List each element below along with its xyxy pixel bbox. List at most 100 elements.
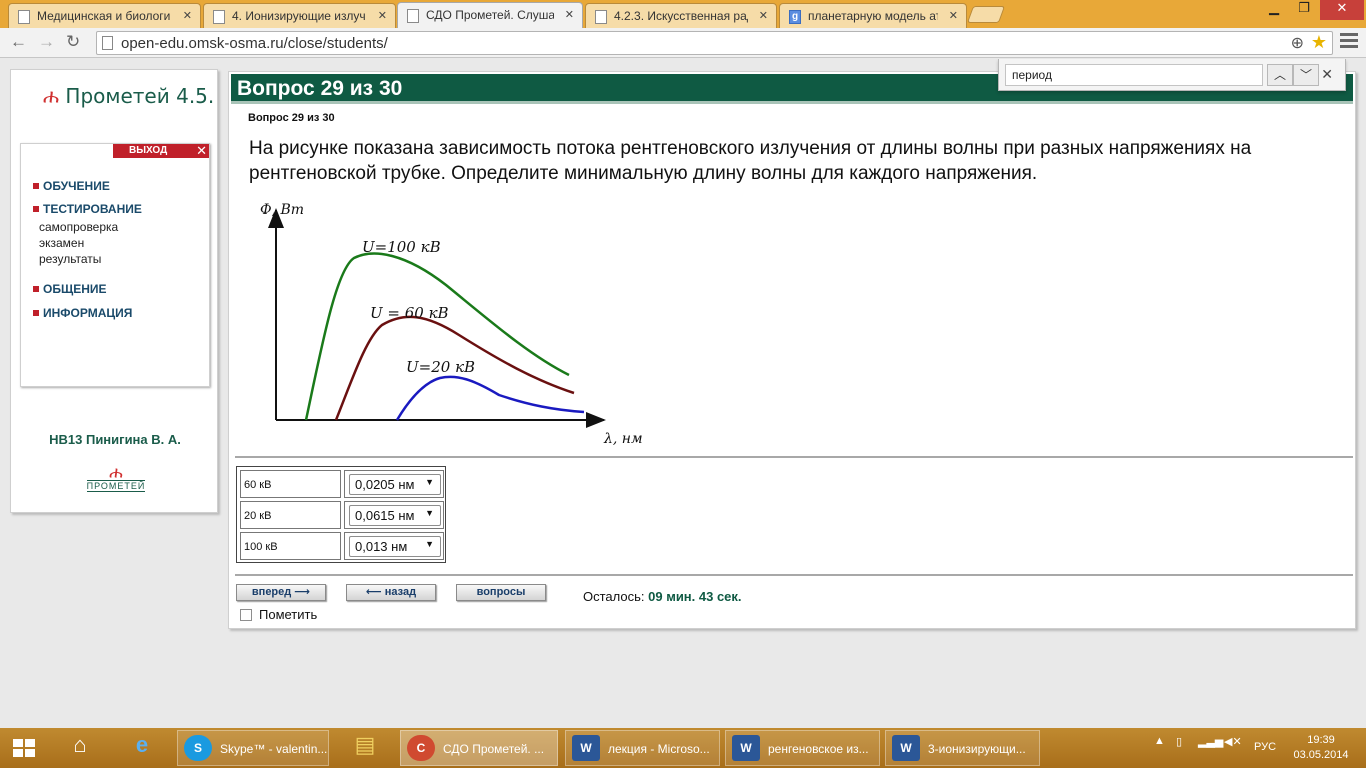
bookmark-star-icon[interactable]: ★ xyxy=(1311,32,1327,53)
sidebar-item-testing[interactable]: ТЕСТИРОВАНИЕ xyxy=(33,202,142,216)
timer-value: 09 мин. 43 сек. xyxy=(648,589,742,604)
reload-icon[interactable]: ↻ xyxy=(66,32,80,52)
taskbar-item-word-3[interactable]: W 3-ионизирующи... xyxy=(885,730,1040,766)
sidebar: ሐ Прометей 4.5. ВЫХОД ✕ ОБУЧЕНИЕ ТЕСТИРОВ… xyxy=(10,69,218,513)
divider xyxy=(235,456,1353,458)
windows-start-icon[interactable] xyxy=(13,739,37,759)
bullet-icon xyxy=(33,310,39,316)
dropdown-arrow-icon: ▼ xyxy=(425,539,434,549)
taskbar-item-word-2[interactable]: W ренгеновское из... xyxy=(725,730,880,766)
dropdown-arrow-icon: ▼ xyxy=(425,508,434,518)
sidebar-subitem-exam[interactable]: экзамен xyxy=(39,236,84,250)
zoom-icon[interactable]: ⊕ xyxy=(1291,33,1304,53)
volume-muted-icon[interactable]: ◀✕ xyxy=(1224,735,1242,748)
browser-tab-5[interactable]: g планетарную модель ато ✕ xyxy=(779,3,967,28)
chrome-icon: C xyxy=(407,735,435,761)
home-explorer-icon[interactable]: ⌂ xyxy=(58,732,102,764)
tab-label: Медицинская и биологи xyxy=(37,9,171,23)
tab-label: планетарную модель ато xyxy=(808,9,938,23)
sidebar-item-communication[interactable]: ОБЩЕНИЕ xyxy=(33,282,107,296)
tab-close-icon[interactable]: ✕ xyxy=(949,9,958,22)
find-previous-icon[interactable]: ︿ xyxy=(1267,64,1293,86)
tab-close-icon[interactable]: ✕ xyxy=(378,9,387,22)
questions-button[interactable]: вопросы xyxy=(456,584,546,601)
y-axis-label: Ф, Вт xyxy=(260,202,304,218)
window-close-icon[interactable]: ✕ xyxy=(1320,0,1364,20)
sidebar-subitem-results[interactable]: результаты xyxy=(39,252,101,266)
page-icon xyxy=(213,10,225,24)
forward-arrow-icon[interactable]: → xyxy=(38,32,55,52)
answer-select-value: 0,013 нм xyxy=(355,539,408,554)
back-button[interactable]: ⟵ назад xyxy=(346,584,436,601)
divider xyxy=(235,574,1353,576)
answer-label-3: 100 кВ xyxy=(240,532,341,560)
taskbar-item-word-1[interactable]: W лекция - Microso... xyxy=(565,730,720,766)
language-indicator[interactable]: РУС xyxy=(1254,741,1276,753)
new-tab-button[interactable] xyxy=(966,6,1006,23)
skype-icon: S xyxy=(184,735,212,761)
find-next-icon[interactable]: ﹀ xyxy=(1293,64,1319,86)
taskbar-item-label: лекция - Microso... xyxy=(608,742,710,756)
tray-device-icon[interactable]: ▯ xyxy=(1176,735,1182,748)
google-icon: g xyxy=(789,10,801,24)
x-axis-label: λ, нм xyxy=(603,431,643,447)
bullet-icon xyxy=(33,206,39,212)
clock-date: 03.05.2014 xyxy=(1293,749,1349,761)
forward-button[interactable]: вперед ⟶ xyxy=(236,584,326,601)
tab-close-icon[interactable]: ✕ xyxy=(565,8,574,21)
system-clock[interactable]: 19:39 03.05.2014 xyxy=(1286,733,1356,763)
mark-question[interactable]: Пометить xyxy=(240,607,317,622)
browser-tab-1[interactable]: Медицинская и биологи ✕ xyxy=(8,3,201,28)
logo-text: Прометей 4.5. xyxy=(65,84,215,108)
mark-checkbox[interactable] xyxy=(240,609,252,621)
find-input[interactable]: период xyxy=(1005,64,1263,86)
timer-label: Осталось: xyxy=(583,589,645,604)
page-content: ሐ Прометей 4.5. ВЫХОД ✕ ОБУЧЕНИЕ ТЕСТИРОВ… xyxy=(0,59,1366,728)
prometheus-logo[interactable]: ሐ Прометей 4.5. xyxy=(43,84,214,108)
curve-label-60kv: U = 60 кВ xyxy=(370,304,449,322)
browser-tab-3-active[interactable]: СДО Прометей. Слушате ✕ xyxy=(397,2,583,29)
find-close-icon[interactable]: ✕ xyxy=(1321,66,1333,83)
tray-expand-icon[interactable]: ▲ xyxy=(1154,735,1165,747)
clock-time: 19:39 xyxy=(1307,734,1335,746)
browser-tab-2[interactable]: 4. Ионизирующие излуч ✕ xyxy=(203,3,396,28)
taskbar-item-label: 3-ионизирующи... xyxy=(928,742,1026,756)
file-manager-icon[interactable]: ▤ xyxy=(343,732,387,764)
restore-icon[interactable]: ❐ xyxy=(1290,0,1318,20)
back-arrow-icon[interactable]: ← xyxy=(10,32,27,52)
time-remaining: Осталось: 09 мин. 43 сек. xyxy=(583,589,742,604)
answer-select-2[interactable]: 0,0615 нм ▼ xyxy=(349,505,441,526)
browser-tab-strip: Медицинская и биологи ✕ 4. Ионизирующие … xyxy=(0,0,1366,29)
taskbar-item-skype[interactable]: S Skype™ - valentin... xyxy=(177,730,329,766)
answer-select-1[interactable]: 0,0205 нм ▼ xyxy=(349,474,441,495)
dropdown-arrow-icon: ▼ xyxy=(425,477,434,487)
sidebar-subitem-selfcheck[interactable]: самопроверка xyxy=(39,220,118,234)
browser-tab-4[interactable]: 4.2.3. Искусственная ради ✕ xyxy=(585,3,777,28)
taskbar-item-label: СДО Прометей. ... xyxy=(443,742,545,756)
page-icon xyxy=(18,10,30,24)
sidebar-item-information[interactable]: ИНФОРМАЦИЯ xyxy=(33,306,132,320)
tab-close-icon[interactable]: ✕ xyxy=(183,9,192,22)
close-icon: ✕ xyxy=(196,143,207,158)
taskbar-item-chrome[interactable]: C СДО Прометей. ... xyxy=(400,730,558,766)
tab-close-icon[interactable]: ✕ xyxy=(759,9,768,22)
internet-explorer-icon[interactable]: e xyxy=(120,732,164,764)
prometheus-bottom-logo: ሐ ПРОМЕТЕЙ xyxy=(81,464,151,492)
answer-select-value: 0,0615 нм xyxy=(355,508,415,523)
bottom-logo-text: ПРОМЕТЕЙ xyxy=(86,480,146,492)
answer-cell-2: 0,0615 нм ▼ xyxy=(344,501,444,529)
sidebar-item-learning[interactable]: ОБУЧЕНИЕ xyxy=(33,179,110,193)
sidebar-menu: ВЫХОД ✕ ОБУЧЕНИЕ ТЕСТИРОВАНИЕ самопроверк… xyxy=(20,143,210,387)
tab-label: СДО Прометей. Слушате xyxy=(426,8,554,22)
exit-button[interactable]: ВЫХОД ✕ xyxy=(113,143,209,158)
answer-select-3[interactable]: 0,013 нм ▼ xyxy=(349,536,441,557)
minimize-icon[interactable]: ▁ xyxy=(1260,0,1288,20)
question-text: На рисунке показана зависимость потока р… xyxy=(249,138,1252,184)
mark-label: Пометить xyxy=(259,607,318,622)
network-signal-icon[interactable]: ▂▃▅ xyxy=(1198,735,1223,748)
address-bar[interactable]: open-edu.omsk-osma.ru/close/students/ ⊕ … xyxy=(96,31,1333,55)
url-text: open-edu.omsk-osma.ru/close/students/ xyxy=(121,35,388,52)
answer-cell-1: 0,0205 нм ▼ xyxy=(344,470,444,498)
browser-menu-icon[interactable] xyxy=(1340,33,1358,51)
windows-taskbar: ⌂ e S Skype™ - valentin... ▤ C СДО Проме… xyxy=(0,728,1366,768)
